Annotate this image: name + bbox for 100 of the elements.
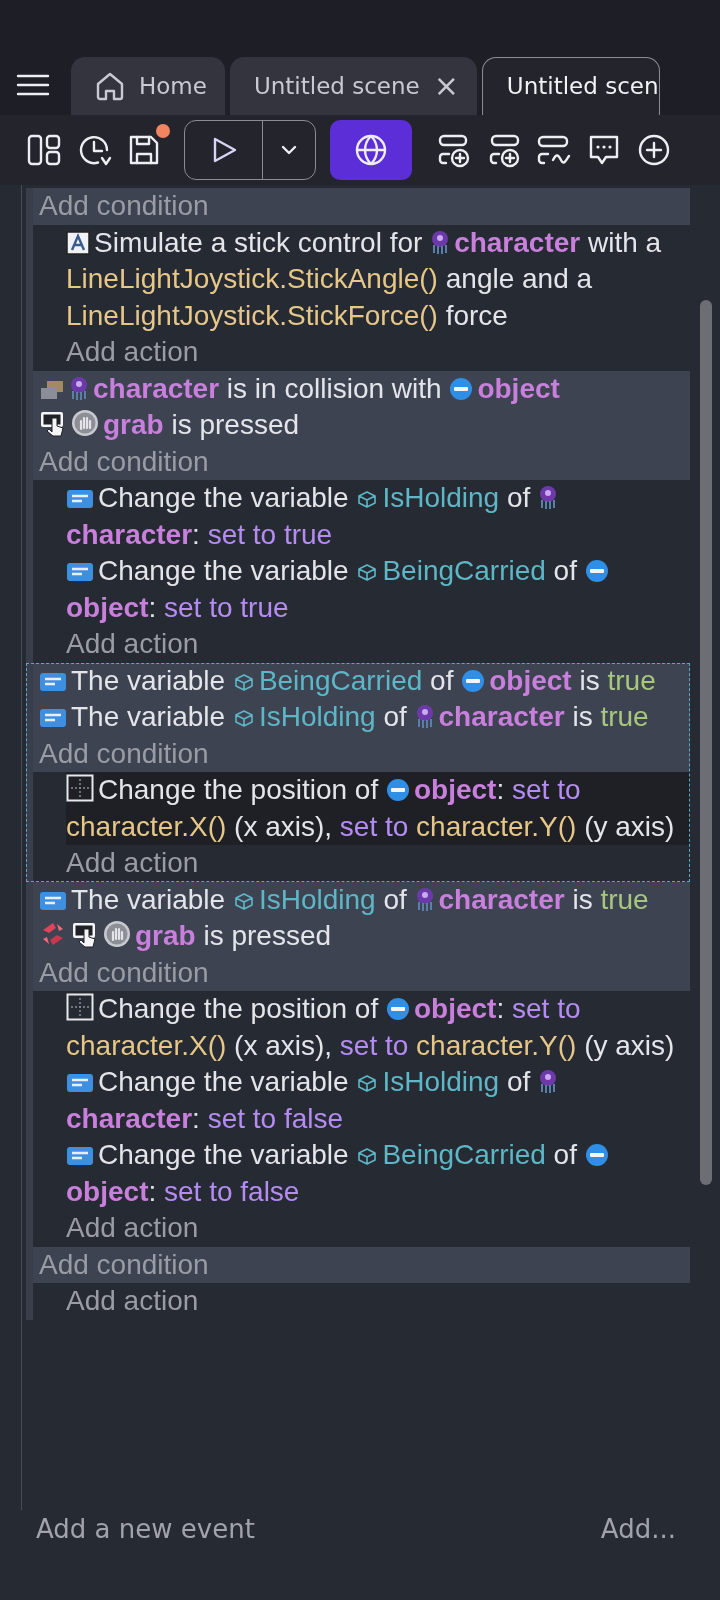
tab[interactable]: Home	[71, 57, 225, 115]
instruction-text: of	[382, 701, 408, 732]
overlap-icon	[39, 378, 65, 401]
object-name: grab	[135, 920, 196, 951]
tab[interactable]: Untitled scene ×	[229, 57, 477, 115]
instruction-text: of	[429, 664, 455, 696]
cube-icon	[356, 1074, 379, 1094]
add-action-link[interactable]: Add action	[66, 845, 199, 882]
instruction-text: (y axis)	[583, 1029, 675, 1061]
close-icon[interactable]: ×	[433, 71, 459, 101]
tab-label: Untitled scen	[506, 72, 659, 102]
add-condition-link[interactable]: Add condition	[39, 188, 209, 225]
round-icon	[461, 668, 486, 693]
instruction-text: Change the variable	[98, 555, 350, 586]
object-name: object	[66, 591, 149, 623]
object-name: character	[438, 883, 565, 915]
touch-icon	[71, 920, 99, 948]
variable-icon	[39, 889, 67, 912]
hand-icon	[71, 409, 99, 437]
instruction-text: Change the position of	[98, 774, 380, 805]
object-name: character	[454, 226, 581, 258]
instruction-text: :	[192, 1102, 201, 1134]
instruction-text: angle and a	[444, 263, 593, 294]
operation-text: set to	[512, 993, 581, 1024]
variable-name: IsHolding	[382, 482, 500, 513]
add-action-link[interactable]: Add action	[66, 626, 199, 663]
instruction-text: is	[578, 664, 601, 696]
variable-icon	[66, 488, 94, 510]
instruction-text: is	[571, 883, 594, 915]
text-icon	[66, 230, 90, 255]
instruction-text: :	[192, 518, 201, 550]
globe-icon	[354, 133, 388, 167]
instruction-text: is in collision with	[225, 372, 443, 404]
add-condition-link[interactable]: Add condition	[39, 954, 209, 991]
add-menu-link[interactable]: Add...	[600, 1510, 676, 1549]
caret-icon	[280, 144, 298, 156]
instruction-text: The variable	[71, 664, 227, 696]
action-row[interactable]: Change the position of object: set to character.X() (x axis), set to character.Y() (y axis)	[66, 772, 690, 845]
scrollbar-thumb[interactable]	[700, 300, 712, 1185]
event-block[interactable]: character is in collision with object grab is pressed Add condition Change the variable IsHolding of character: set to true Change the variable BeingCarried of object: set to true Add action	[26, 370, 690, 663]
tab[interactable]: Untitled scen	[481, 57, 660, 115]
add-button[interactable]	[636, 132, 672, 168]
round-icon	[584, 559, 609, 583]
object-name: grab	[103, 409, 164, 440]
expression-text: character.X()	[66, 1029, 227, 1061]
cube-icon	[356, 563, 379, 583]
operation-text: set to false	[164, 1175, 300, 1207]
round-icon	[386, 778, 410, 802]
value-text: true	[607, 664, 656, 696]
object-name: character	[66, 518, 193, 550]
instruction-text: Change the position of	[98, 993, 380, 1024]
variable-icon	[39, 670, 67, 693]
monster-icon	[414, 885, 435, 912]
instruction-text: of	[505, 482, 532, 513]
monster-icon	[414, 703, 435, 729]
expression-text: character.Y()	[416, 810, 577, 842]
variable-name: IsHolding	[258, 701, 376, 732]
instruction-text: force	[444, 299, 508, 331]
cube-icon	[232, 709, 255, 729]
object-name: character	[93, 372, 220, 404]
event-block[interactable]	[26, 881, 690, 1247]
instruction-text: The variable	[71, 883, 227, 915]
instruction-text: is pressed	[202, 920, 332, 951]
add-action-link[interactable]: Add action	[66, 1210, 199, 1247]
variable-icon	[66, 1072, 94, 1094]
instruction-text: of	[382, 883, 408, 915]
instruction-text: :	[496, 774, 506, 805]
value-text: true	[600, 883, 649, 915]
add-condition-link[interactable]: Add condition	[39, 735, 209, 772]
instruction-text: Simulate a stick control for	[94, 226, 424, 258]
instruction-text: :	[148, 1175, 158, 1207]
tab-label: Home	[139, 71, 207, 101]
object-name: object	[489, 664, 572, 696]
expression-text: character.X()	[66, 810, 227, 842]
variable-name: IsHolding	[382, 1066, 500, 1097]
operation-text: set to true	[207, 518, 333, 550]
add-condition-link[interactable]: Add condition	[39, 1246, 209, 1283]
event-block[interactable]: Add condition Add action	[26, 1246, 690, 1320]
menu-icon	[16, 73, 50, 97]
event-block[interactable]	[26, 662, 690, 882]
instruction-text: The variable	[71, 701, 227, 732]
object-name: character	[66, 1102, 193, 1134]
operation-text: set to false	[207, 1102, 344, 1134]
instruction-text: (x axis),	[233, 1029, 334, 1061]
add-action-link[interactable]: Add action	[66, 334, 199, 371]
add-icon	[636, 132, 672, 168]
home-icon	[95, 71, 125, 101]
variable-icon	[66, 1145, 94, 1167]
add-action-link[interactable]: Add action	[66, 1283, 199, 1320]
instruction-text: of	[552, 555, 578, 586]
add-event-link[interactable]: Add a new event	[36, 1510, 255, 1549]
hand-icon	[103, 920, 131, 948]
add-condition-link[interactable]: Add condition	[39, 443, 209, 480]
instruction-text: is	[571, 701, 594, 732]
layout-button[interactable]	[26, 132, 62, 168]
preview-online-button[interactable]	[330, 120, 412, 180]
add-event-button[interactable]	[436, 132, 472, 168]
variable-name: IsHolding	[258, 883, 376, 915]
layout-icon	[26, 132, 62, 168]
round-icon	[386, 997, 410, 1021]
